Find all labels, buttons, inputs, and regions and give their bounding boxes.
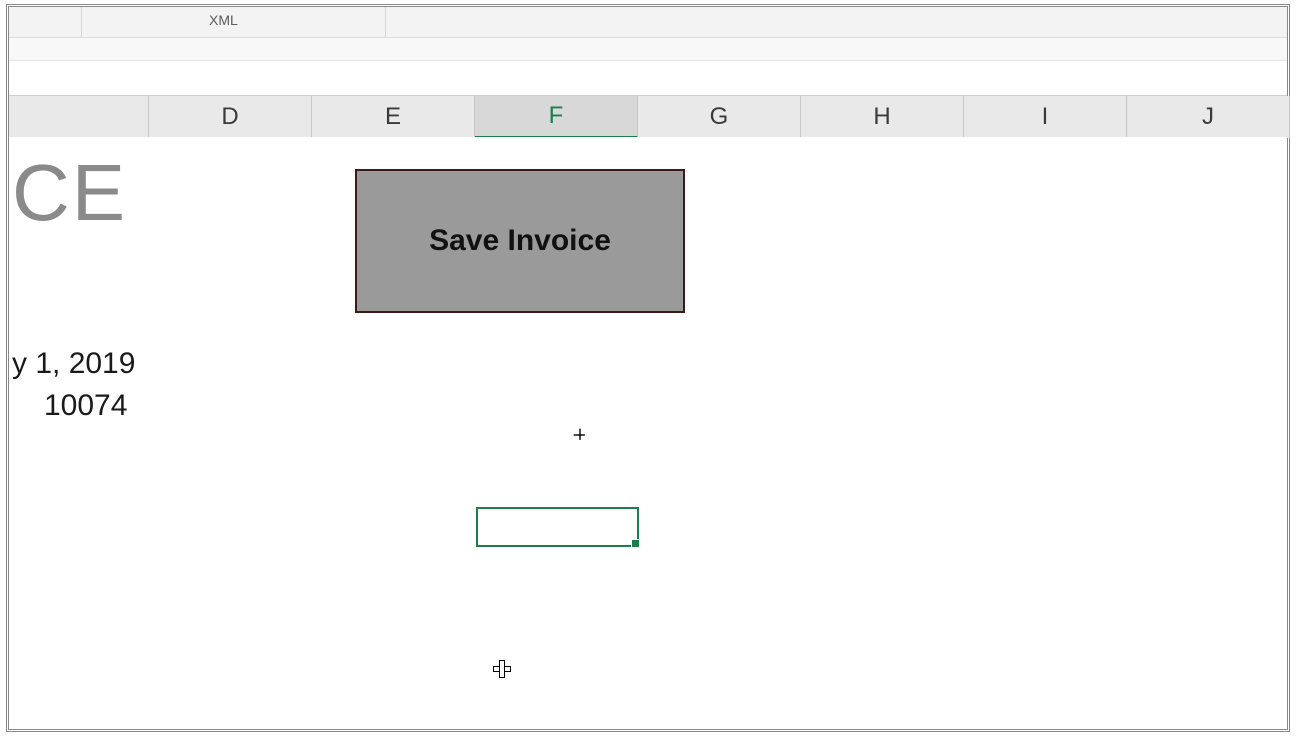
column-headers-row: DEFGHIJ [9, 95, 1287, 137]
col-header-F[interactable]: F [475, 96, 638, 138]
selected-cell-outline[interactable] [476, 507, 639, 547]
app-frame: XML DEFGHIJ CE Save Invoice y 1, 2019 10… [6, 4, 1290, 732]
ribbon-group-label-xml: XML [209, 12, 238, 28]
invoice-number-value: 10074 [44, 389, 127, 423]
save-invoice-button[interactable]: Save Invoice [355, 169, 685, 313]
sheet-grid-area[interactable]: CE Save Invoice y 1, 2019 10074 [9, 137, 1287, 729]
save-invoice-button-label: Save Invoice [429, 224, 611, 258]
col-header-J[interactable]: J [1127, 96, 1290, 138]
invoice-title-fragment: CE [12, 147, 127, 239]
col-header-spacer[interactable] [9, 96, 149, 138]
ribbon-separator [81, 7, 82, 37]
col-header-H[interactable]: H [801, 96, 964, 138]
col-header-E[interactable]: E [312, 96, 475, 138]
col-header-I[interactable]: I [964, 96, 1127, 138]
invoice-date-value: y 1, 2019 [12, 347, 135, 381]
cursor-cross-icon [493, 660, 511, 678]
ribbon-group-strip: XML [9, 7, 1287, 37]
cursor-move-icon [574, 429, 587, 442]
col-header-G[interactable]: G [638, 96, 801, 138]
col-header-D[interactable]: D [149, 96, 312, 138]
ribbon-separator [385, 7, 386, 37]
formula-bar-area [9, 37, 1287, 61]
